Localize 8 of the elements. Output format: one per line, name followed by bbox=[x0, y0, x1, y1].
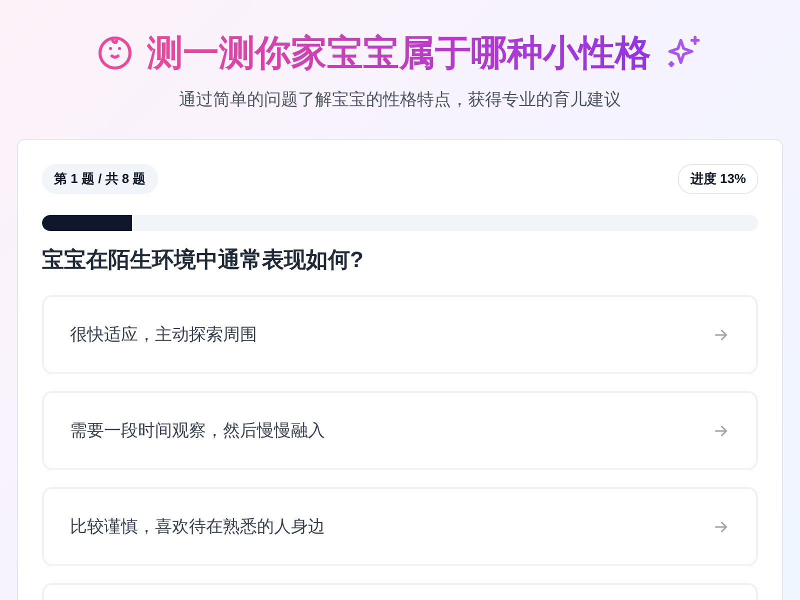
page-subtitle: 通过简单的问题了解宝宝的性格特点，获得专业的育儿建议 bbox=[179, 89, 621, 111]
baby-face-icon bbox=[97, 35, 133, 71]
question-counter: 第 1 题 / 共 8 题 bbox=[42, 164, 158, 194]
question-text: 宝宝在陌生环境中通常表现如何? bbox=[42, 246, 364, 274]
answer-option[interactable]: 很快适应，主动探索周围 bbox=[42, 295, 758, 374]
answer-option[interactable]: 比较谨慎，喜欢待在熟悉的人身边 bbox=[42, 487, 758, 566]
progress-label: 进度 13% bbox=[678, 164, 758, 194]
answer-option[interactable]: 需要一段时间观察，然后慢慢融入 bbox=[42, 391, 758, 470]
